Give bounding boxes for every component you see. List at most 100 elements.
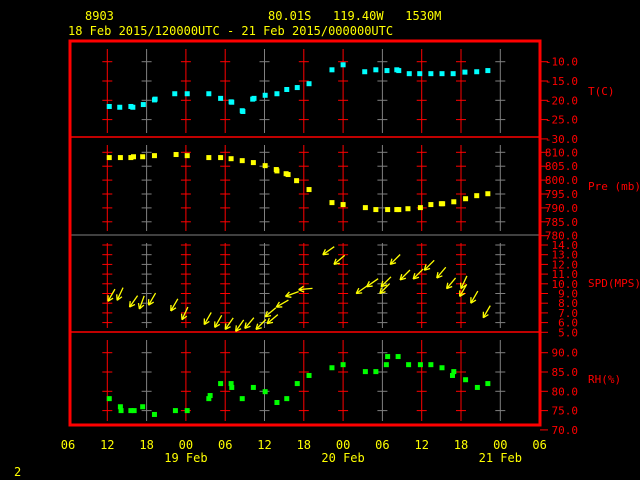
data-point: [274, 91, 280, 97]
data-point: [173, 152, 179, 158]
data-point: [284, 86, 290, 92]
y-tick-label: 80.0: [552, 385, 579, 398]
y-tick-label: 90.0: [552, 347, 579, 360]
x-tick-label: 00: [336, 438, 350, 452]
data-point: [250, 160, 256, 166]
data-point: [117, 104, 123, 110]
wind-arrow: [244, 317, 255, 330]
x-tick-label: 06: [532, 438, 546, 452]
data-point: [395, 354, 401, 360]
data-point: [206, 155, 212, 161]
data-point: [172, 91, 178, 97]
data-point: [294, 381, 300, 387]
wind-arrow: [170, 298, 179, 312]
x-tick-label: 06: [218, 438, 232, 452]
y-tick-label: -25.0: [545, 114, 578, 127]
time-period: 18 Feb 2015/120000UTC - 21 Feb 2015/0000…: [68, 24, 393, 38]
data-point: [106, 396, 112, 402]
data-point: [152, 96, 158, 102]
x-date-label: 21 Feb: [479, 451, 522, 465]
data-point: [463, 196, 469, 202]
wind-arrow: [214, 315, 223, 329]
data-point: [406, 71, 412, 77]
wind-arrow: [235, 319, 245, 332]
x-tick-label: 12: [100, 438, 114, 452]
page-number: 2: [14, 465, 21, 479]
wind-arrow: [355, 284, 369, 295]
data-point: [384, 68, 390, 74]
data-point: [329, 200, 335, 206]
data-point: [306, 81, 312, 87]
data-point: [130, 104, 136, 110]
data-point: [229, 384, 235, 390]
data-point: [285, 172, 291, 178]
y-tick-label: -10.0: [545, 56, 578, 69]
wind-arrow: [322, 246, 335, 256]
data-point: [383, 362, 389, 368]
y-tick-label: 800.0: [545, 174, 578, 187]
data-point: [428, 362, 434, 368]
x-tick-label: 12: [257, 438, 271, 452]
data-point: [329, 365, 335, 371]
data-point: [474, 69, 480, 75]
axis-title: T(C): [588, 85, 615, 98]
data-point: [239, 158, 245, 164]
station-id: 8903: [85, 9, 114, 23]
data-point: [172, 408, 178, 414]
wind-arrow: [423, 259, 435, 271]
x-tick-label: 06: [61, 438, 75, 452]
y-tick-label: -20.0: [545, 94, 578, 107]
x-date-label: 19 Feb: [164, 451, 207, 465]
data-point: [440, 201, 446, 207]
wind-arrow: [445, 277, 457, 290]
data-point: [274, 168, 280, 174]
y-tick-label: 785.0: [545, 216, 578, 229]
data-point: [385, 207, 391, 213]
data-point: [417, 205, 423, 211]
data-point: [396, 207, 402, 213]
data-point: [140, 154, 146, 160]
wind-arrow: [470, 290, 479, 304]
y-tick-label: -30.0: [545, 133, 578, 146]
data-point: [118, 408, 124, 414]
data-point: [140, 404, 146, 410]
data-point: [306, 372, 312, 378]
data-point: [417, 362, 423, 368]
data-point: [340, 202, 346, 208]
wind-arrow-head: [224, 323, 227, 330]
data-point: [463, 377, 469, 383]
wind-arrow-head: [137, 302, 141, 310]
data-point: [485, 191, 491, 197]
data-point: [250, 384, 256, 390]
data-point: [451, 369, 457, 375]
wind-arrow: [275, 299, 289, 308]
data-point: [284, 396, 290, 402]
x-tick-label: 18: [139, 438, 153, 452]
data-point: [340, 62, 346, 68]
data-point: [474, 193, 480, 199]
data-point: [340, 362, 346, 368]
wind-arrow: [436, 266, 447, 279]
data-point: [451, 199, 457, 205]
x-tick-label: 00: [179, 438, 193, 452]
wind-arrow: [366, 278, 379, 288]
data-point: [373, 67, 379, 73]
data-point: [106, 103, 112, 109]
wind-arrow: [284, 291, 299, 298]
data-point: [294, 85, 300, 91]
y-tick-label: 795.0: [545, 188, 578, 201]
wind-arrow: [128, 295, 139, 308]
wind-arrow-head: [235, 325, 237, 332]
data-point: [329, 67, 335, 73]
data-point: [474, 384, 480, 390]
data-point: [184, 91, 190, 97]
data-point: [229, 99, 235, 105]
data-point: [184, 408, 190, 414]
data-point: [218, 95, 224, 101]
axis-title: Pre (mb): [588, 180, 640, 193]
data-point: [106, 155, 112, 161]
data-point: [405, 206, 411, 212]
data-point: [218, 381, 224, 387]
data-point: [262, 389, 268, 395]
y-tick-label: 5.0: [558, 326, 578, 339]
